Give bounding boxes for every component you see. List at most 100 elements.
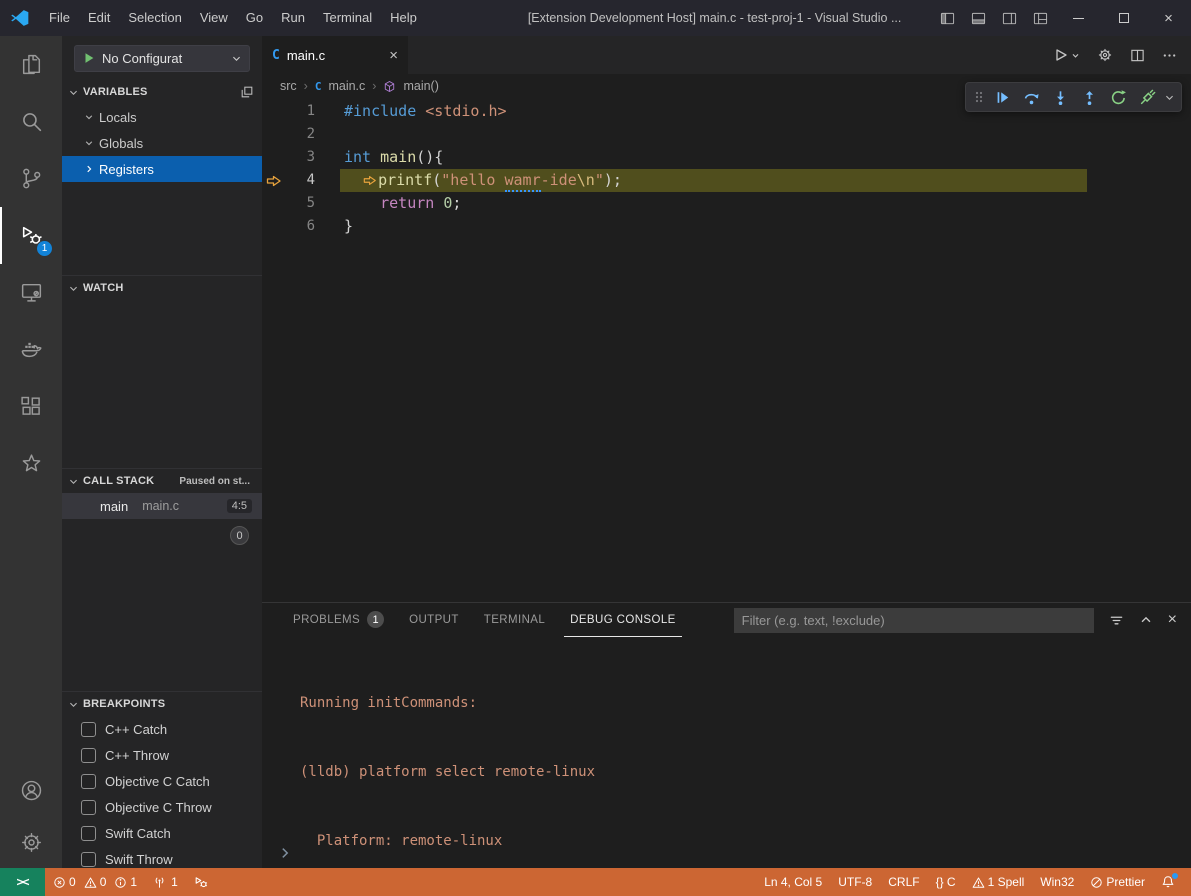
close-tab-icon[interactable]: × [389, 48, 398, 63]
account-icon [19, 778, 44, 803]
minimize-button[interactable] [1056, 0, 1101, 36]
breakpoint-objc-throw[interactable]: Objective C Throw [62, 794, 262, 820]
drag-grip-icon[interactable] [970, 84, 988, 110]
continue-button[interactable] [988, 84, 1017, 110]
breakpoint-swift-catch[interactable]: Swift Catch [62, 820, 262, 846]
chevron-down-icon[interactable] [1162, 92, 1177, 103]
maximize-button[interactable] [1101, 0, 1146, 36]
tab-main-c[interactable]: C main.c × [262, 36, 408, 74]
chevron-expanded-icon [68, 699, 79, 710]
menu-file[interactable]: File [40, 0, 79, 36]
checkbox[interactable] [81, 774, 96, 789]
sidebar-item-run-and-debug[interactable]: 1 [0, 207, 62, 264]
tab-output[interactable]: OUTPUT [403, 603, 465, 637]
more-actions-icon[interactable] [1162, 48, 1177, 63]
breadcrumb-file[interactable]: main.c [328, 79, 365, 93]
split-editor-icon[interactable] [1130, 48, 1145, 63]
debug-pause-status: Paused on st... [179, 476, 254, 487]
variables-section-header[interactable]: VARIABLES [62, 80, 262, 104]
menu-go[interactable]: Go [237, 0, 272, 36]
console-input-chevron-icon[interactable] [278, 846, 292, 860]
breadcrumb-folder[interactable]: src [280, 79, 297, 93]
line-number: 1 [282, 100, 315, 123]
stack-frame-position-badge: 4:5 [227, 499, 252, 513]
stack-frame-row[interactable]: main main.c 4:5 [62, 493, 262, 519]
variables-item-registers[interactable]: Registers [62, 156, 262, 182]
code-token: " [595, 171, 604, 189]
checkbox[interactable] [81, 748, 96, 763]
menu-view[interactable]: View [191, 0, 237, 36]
tab-problems[interactable]: PROBLEMS 1 [287, 603, 390, 637]
code-token: } [344, 217, 353, 235]
chevron-expanded-icon [84, 112, 94, 122]
code-token: (){ [416, 148, 443, 166]
info-count: 1 [130, 875, 137, 889]
close-panel-icon[interactable]: × [1168, 612, 1177, 628]
customize-layout-icon[interactable] [1025, 0, 1056, 36]
gear-icon[interactable] [1097, 47, 1113, 63]
breakpoint-cpp-catch[interactable]: C++ Catch [62, 716, 262, 742]
tab-debug-console[interactable]: DEBUG CONSOLE [564, 603, 682, 637]
disconnect-button[interactable] [1133, 84, 1162, 110]
toggle-sidebar-icon[interactable] [932, 0, 963, 36]
toggle-panel-icon[interactable] [963, 0, 994, 36]
code-line: 6 } [262, 215, 1191, 238]
checkbox[interactable] [81, 800, 96, 815]
restart-button[interactable] [1104, 84, 1133, 110]
close-window-button[interactable]: × [1146, 0, 1191, 36]
checkbox[interactable] [81, 826, 96, 841]
start-debugging-icon[interactable] [82, 51, 96, 65]
remote-indicator[interactable]: >< [0, 868, 45, 896]
toggle-secondary-sidebar-icon[interactable] [994, 0, 1025, 36]
menu-selection[interactable]: Selection [119, 0, 190, 36]
debug-configuration-dropdown[interactable]: No Configurat [74, 45, 250, 72]
sidebar-item-remote-explorer[interactable] [0, 264, 62, 321]
breakpoint-cpp-throw[interactable]: C++ Throw [62, 742, 262, 768]
breakpoints-section-header[interactable]: BREAKPOINTS [62, 692, 262, 716]
code-editor[interactable]: 1 #include <stdio.h> 2 3 int main(){ 4 p… [262, 98, 1191, 602]
step-into-button[interactable] [1046, 84, 1075, 110]
sidebar-item-search[interactable] [0, 93, 62, 150]
code-token [344, 171, 362, 189]
breakpoint-swift-throw[interactable]: Swift Throw [62, 846, 262, 868]
breakpoint-label: C++ Throw [105, 748, 169, 763]
console-filter-input[interactable] [734, 608, 1094, 633]
step-over-button[interactable] [1017, 84, 1046, 110]
watch-section-header[interactable]: WATCH [62, 276, 262, 300]
menu-terminal[interactable]: Terminal [314, 0, 381, 36]
breakpoint-objc-catch[interactable]: Objective C Catch [62, 768, 262, 794]
checkbox[interactable] [81, 722, 96, 737]
maximize-panel-icon[interactable] [1139, 613, 1153, 627]
variables-item-locals[interactable]: Locals [62, 104, 262, 130]
sidebar-item-explorer[interactable] [0, 36, 62, 93]
debug-status-button[interactable] [186, 868, 216, 896]
sidebar-item-extensions[interactable] [0, 378, 62, 435]
breadcrumb-separator-icon: › [304, 79, 308, 93]
problems-status[interactable]: 0 0 1 [45, 868, 145, 896]
tab-terminal[interactable]: TERMINAL [478, 603, 551, 637]
menu-help[interactable]: Help [381, 0, 426, 36]
close-icon: × [1164, 10, 1173, 27]
debug-console-output[interactable]: Running initCommands: (lldb) platform se… [262, 637, 1191, 896]
collapse-all-icon[interactable] [240, 85, 254, 99]
sidebar-item-docker[interactable] [0, 321, 62, 378]
chevron-expanded-icon [68, 87, 79, 98]
variables-item-globals[interactable]: Globals [62, 130, 262, 156]
menu-run[interactable]: Run [272, 0, 314, 36]
sidebar-item-favorites[interactable] [0, 435, 62, 492]
filter-lines-icon[interactable] [1109, 613, 1124, 628]
breadcrumb-symbol[interactable]: main() [403, 79, 438, 93]
chevron-collapsed-icon [84, 164, 94, 174]
checkbox[interactable] [81, 852, 96, 867]
call-stack-section-header[interactable]: CALL STACK Paused on st... [62, 469, 262, 493]
current-line-arrow-icon[interactable] [266, 175, 282, 187]
menu-edit[interactable]: Edit [79, 0, 119, 36]
watch-section-title: WATCH [83, 282, 124, 294]
forwarded-ports-status[interactable]: 1 [145, 868, 186, 896]
stack-frame-name: main [100, 499, 128, 514]
step-out-button[interactable] [1075, 84, 1104, 110]
accounts-button[interactable] [0, 764, 62, 816]
run-file-icon[interactable] [1053, 47, 1080, 63]
settings-button[interactable] [0, 816, 62, 868]
sidebar-item-source-control[interactable] [0, 150, 62, 207]
